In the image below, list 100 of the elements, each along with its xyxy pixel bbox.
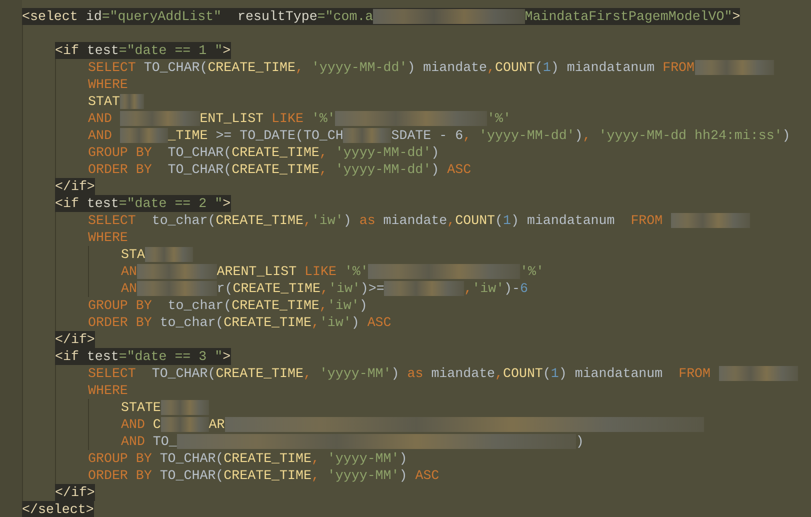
sql-text: AND	[88, 127, 113, 144]
xml-tag-text: >	[222, 42, 231, 59]
sql-text: TO_CHAR(	[168, 144, 232, 161]
sql-text: CREATE_TIME	[216, 365, 304, 382]
sql-text: AND	[88, 110, 113, 127]
sql-text: CREATE_TIME	[232, 161, 320, 178]
sql-text: WHERE	[88, 382, 128, 399]
xml-tag-text: <if	[55, 348, 80, 365]
sql-text: )	[399, 450, 408, 467]
sql-text: ,	[311, 450, 320, 467]
sql-text: ,	[495, 365, 504, 382]
xml-tag-text: id	[86, 8, 102, 25]
sql-text: ,	[303, 212, 312, 229]
xml-tag-text: test	[86, 42, 119, 59]
sql-text: ORDER BY	[88, 467, 153, 484]
sql-text: ORDER BY	[88, 161, 153, 178]
sql-text: ,	[320, 280, 328, 297]
sql-text: 'yyyy-MM-dd hh24:mi:ss'	[598, 127, 782, 144]
redacted-block	[343, 128, 392, 143]
sql-text: CREATE_TIME	[232, 280, 320, 297]
sql-text: CREATE_TIME	[208, 59, 296, 76]
xml-tag-text: </if>	[55, 178, 95, 195]
sql-text: LIKE	[272, 110, 304, 127]
sql-text: 'yyyy-MM-dd'	[311, 59, 408, 76]
sql-text: FROM	[678, 365, 712, 382]
xml-tag-text: queryAddList	[118, 8, 214, 25]
sql-text: )	[431, 161, 440, 178]
sql-text: )	[359, 297, 368, 314]
sql-text: ) miandatanum	[550, 59, 656, 76]
xml-tag-text: >	[222, 195, 231, 212]
sql-text: )>=	[360, 280, 384, 297]
redacted-block	[160, 400, 209, 415]
sql-text: TO_	[152, 433, 177, 450]
sql-text: )	[782, 127, 790, 144]
sql-text: SELECT	[88, 212, 137, 229]
sql-text: ) miandatanum	[511, 212, 616, 229]
sql-text: miandate	[431, 365, 496, 382]
sql-text: )	[351, 314, 360, 331]
sql-text: ,	[311, 314, 320, 331]
sql-text: SELECT	[88, 59, 137, 76]
sql-text: STA	[121, 246, 145, 263]
sql-text: >= TO_DATE(TO_CH	[216, 127, 344, 144]
sql-text: C	[152, 416, 161, 433]
sql-text: WHERE	[88, 229, 128, 246]
sql-text: )	[343, 212, 352, 229]
sql-text: AND	[121, 416, 146, 433]
xml-tag-text: ="com.a	[317, 8, 374, 25]
sql-text: CREATE_TIME	[224, 314, 312, 331]
xml-tag-text: resultType	[238, 8, 318, 25]
sql-text: ) miandate	[407, 59, 488, 76]
redacted-block	[144, 247, 193, 262]
sql-text: CREATE_TIME	[224, 450, 312, 467]
xml-tag-text: test	[86, 195, 119, 212]
sql-text: ,	[303, 365, 312, 382]
sql-text: 'iw'	[472, 280, 504, 297]
sql-text: )	[399, 467, 408, 484]
sql-text: COUNT	[455, 212, 496, 229]
sql-text: FROM	[630, 212, 664, 229]
sql-text: CREATE_TIME	[232, 144, 320, 161]
xml-tag-text: >	[222, 348, 231, 365]
sql-text: ,	[319, 144, 328, 161]
sql-text: WHERE	[88, 76, 128, 93]
sql-text: (	[495, 212, 504, 229]
xml-tag-text: ="	[102, 8, 118, 25]
sql-text: as	[359, 212, 376, 229]
sql-text: 'iw'	[328, 280, 360, 297]
sql-text: ASC	[367, 314, 392, 331]
sql-text: 'iw'	[319, 314, 352, 331]
sql-text: 'yyyy-MM'	[327, 467, 400, 484]
sql-text: to_char(	[160, 314, 224, 331]
xml-tag-text: ="date == 2 "	[118, 195, 223, 212]
xml-tag-text: ="date == 1 "	[118, 42, 223, 59]
sql-text: r(	[216, 280, 233, 297]
sql-text: CREATE_TIME	[232, 297, 320, 314]
sql-text: to_char(	[152, 212, 216, 229]
sql-text: COUNT	[495, 59, 535, 76]
sql-text: ORDER BY	[88, 314, 153, 331]
sql-text: AN	[121, 280, 137, 297]
xml-tag-text: MaindataFirstPagemModelVO"	[524, 8, 732, 25]
sql-text: ASC	[447, 161, 472, 178]
xml-tag-text: <select	[22, 8, 79, 25]
sql-text: ,	[295, 59, 304, 76]
sql-text: )-	[504, 280, 520, 297]
sql-text: ASC	[415, 467, 440, 484]
sql-text: 1	[542, 59, 551, 76]
sql-text: CREATE_TIME	[216, 212, 304, 229]
sql-text: TO_CHAR(	[168, 161, 232, 178]
sql-text: ,	[311, 467, 320, 484]
sql-text: )	[574, 127, 583, 144]
sql-text: ,	[447, 212, 456, 229]
sql-text: miandate	[383, 212, 448, 229]
xml-tag-text: <if	[55, 42, 80, 59]
sql-text: 'yyyy-MM-dd'	[335, 144, 432, 161]
sql-text: ,	[319, 297, 328, 314]
xml-tag-text: <if	[55, 195, 80, 212]
sql-text: CREATE_TIME	[224, 467, 312, 484]
sql-text: ,	[487, 59, 495, 76]
sql-text: LIKE	[304, 263, 338, 280]
sql-text: 6	[520, 280, 528, 297]
sql-text: 'yyyy-MM'	[327, 450, 400, 467]
